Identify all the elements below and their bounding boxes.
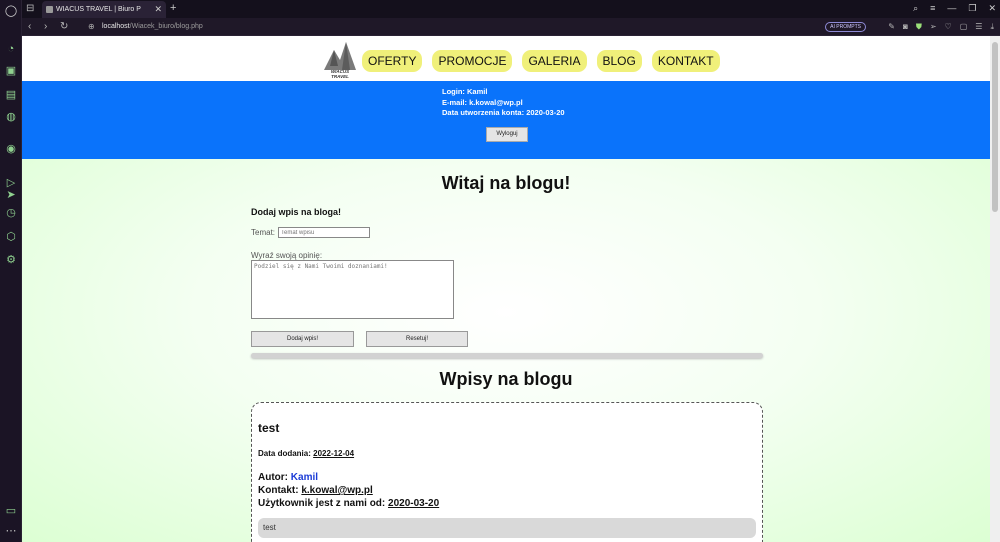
created-label: Data utworzenia konta:	[442, 108, 525, 117]
wallet-icon[interactable]: ▢	[960, 18, 968, 35]
browser-sidebar: ◯ ◔ ▣ ▤ ◍ ◉ ▷ ➤ ◷ ⬡ ⚙ ▭ ⋯	[0, 0, 22, 542]
post-date: Data dodania: 2022-12-04	[258, 449, 354, 458]
nav-kontakt[interactable]: KONTAKT	[651, 50, 720, 72]
download-icon[interactable]: ⤓	[990, 18, 994, 35]
url-host: localhost	[102, 23, 130, 30]
menu-icon[interactable]: ≡	[930, 0, 935, 18]
blog-content: Witaj na blogu! Dodaj wpis na bloga! Tem…	[22, 159, 990, 542]
site-info-icon[interactable]: ⊕	[88, 18, 95, 35]
speed-dial-icon[interactable]: ◔	[4, 42, 18, 56]
page-scrollbar[interactable]	[990, 36, 1000, 542]
created-value: 2020-03-20	[526, 108, 565, 117]
main-nav: OFERTY PROMOCJE GALERIA BLOG KONTAKT	[362, 50, 720, 72]
login-label: Login:	[442, 87, 465, 96]
author-label: Autor:	[258, 472, 288, 483]
search-icon[interactable]: ⌕	[913, 0, 918, 18]
post-meta: Autor: Kamil Kontakt: k.kowal@wp.pl Użyt…	[258, 471, 439, 510]
topic-input[interactable]	[278, 227, 370, 238]
url-field[interactable]: localhost/Wiacek_biuro/blog.php	[102, 18, 203, 35]
send-icon[interactable]: ➤	[4, 188, 18, 202]
email-label: E-mail:	[442, 97, 468, 107]
mountain-logo-icon	[324, 42, 356, 70]
contact-email[interactable]: k.kowal@wp.pl	[301, 485, 372, 496]
nav-oferty[interactable]: OFERTY	[362, 50, 423, 72]
author-link[interactable]: Kamil	[291, 472, 318, 483]
image-icon[interactable]: ▭	[4, 504, 18, 518]
scrollbar-thumb[interactable]	[992, 42, 998, 212]
add-post-button[interactable]: Dodaj wpis!	[251, 331, 354, 347]
close-icon[interactable]: ✕	[154, 1, 162, 18]
chat-icon[interactable]: ◍	[4, 110, 18, 124]
forward-icon[interactable]: ›	[44, 18, 47, 35]
flow-icon[interactable]: ➢	[930, 18, 937, 35]
back-icon[interactable]: ‹	[28, 18, 31, 35]
tab-menu-icon[interactable]: ⊟	[26, 0, 34, 17]
camera-icon[interactable]: ◙	[903, 18, 908, 35]
more-icon[interactable]: ⋯	[4, 524, 18, 538]
member-label: Użytkownik jest z nami od:	[258, 498, 386, 509]
ai-assistant-icon[interactable]: ◉	[4, 142, 18, 156]
logo-text: WIACUS TRAVEL	[330, 69, 350, 79]
tab-bar: ⊟ WIACUS TRAVEL | Biuro P ✕ + ⌕ ≡ — ❐ ✕	[22, 0, 1000, 18]
address-bar-tools: ✎ ◙ ⛊ ➢ ♡ ▢ ☰ ⤓	[888, 18, 994, 35]
site-logo[interactable]: WIACUS TRAVEL	[322, 40, 358, 80]
welcome-heading: Witaj na blogu!	[441, 173, 571, 193]
new-tab-icon[interactable]: +	[170, 0, 176, 17]
page-viewport: WIACUS TRAVEL OFERTY PROMOCJE GALERIA BL…	[22, 36, 990, 542]
contact-label: Kontakt:	[258, 485, 299, 496]
address-bar: ‹ › ↻ ⊕ localhost/Wiacek_biuro/blog.php …	[22, 18, 1000, 36]
topic-label: Temat:	[251, 228, 276, 237]
user-info-bar: Login: Kamil E-mail: k.kowal@wp.pl Data …	[22, 81, 990, 159]
form-title: Dodaj wpis na bloga!	[251, 207, 342, 217]
email-value: k.kowal@wp.pl	[469, 97, 523, 107]
opinion-textarea[interactable]	[251, 260, 454, 319]
opera-logo-icon[interactable]: ◯	[4, 4, 18, 18]
easy-setup-icon[interactable]: ☰	[975, 18, 982, 35]
history-icon[interactable]: ◷	[4, 206, 18, 220]
minimize-icon[interactable]: —	[947, 0, 956, 18]
user-info: Login: Kamil E-mail: k.kowal@wp.pl Data …	[442, 87, 565, 119]
nav-galeria[interactable]: GALERIA	[522, 50, 587, 72]
logout-button[interactable]: Wyloguj	[486, 127, 528, 142]
url-path: /Wiacek_biuro/blog.php	[129, 23, 203, 30]
tab-title: WIACUS TRAVEL | Biuro P	[56, 6, 141, 13]
pen-icon[interactable]: ✎	[888, 18, 895, 35]
window-controls: ⌕ ≡ — ❐ ✕	[913, 0, 996, 18]
nav-blog[interactable]: BLOG	[596, 50, 642, 72]
post-date-label: Data dodania:	[258, 449, 311, 458]
ai-prompts-badge[interactable]: AI PROMPTS	[825, 22, 866, 32]
post-title: test	[258, 421, 280, 435]
box-icon[interactable]: ⬡	[4, 230, 18, 244]
bag-icon[interactable]: ▣	[4, 64, 18, 78]
reload-icon[interactable]: ↻	[60, 18, 68, 35]
favicon-icon	[46, 6, 53, 13]
window-close-icon[interactable]: ✕	[988, 0, 996, 18]
nav-promocje[interactable]: PROMOCJE	[432, 50, 513, 72]
section-divider	[251, 353, 763, 358]
blog-post: test Data dodania: 2022-12-04 Autor: Kam…	[251, 402, 763, 542]
restore-icon[interactable]: ❐	[968, 0, 976, 18]
vpn-shield-icon[interactable]: ⛊	[916, 18, 922, 35]
login-value: Kamil	[467, 87, 488, 96]
opinion-label: Wyraź swoją opinię:	[251, 251, 323, 260]
heart-icon[interactable]: ♡	[945, 18, 952, 35]
twitch-icon[interactable]: ▤	[4, 88, 18, 102]
site-header: WIACUS TRAVEL OFERTY PROMOCJE GALERIA BL…	[22, 36, 990, 81]
reset-button[interactable]: Resetuj!	[366, 331, 468, 347]
member-since: 2020-03-20	[388, 498, 440, 509]
posts-heading: Wpisy na blogu	[439, 369, 573, 389]
post-date-value: 2022-12-04	[313, 449, 355, 458]
tab-active[interactable]: WIACUS TRAVEL | Biuro P ✕	[42, 1, 166, 18]
settings-icon[interactable]: ⚙	[4, 253, 18, 267]
post-body: test	[258, 518, 756, 538]
